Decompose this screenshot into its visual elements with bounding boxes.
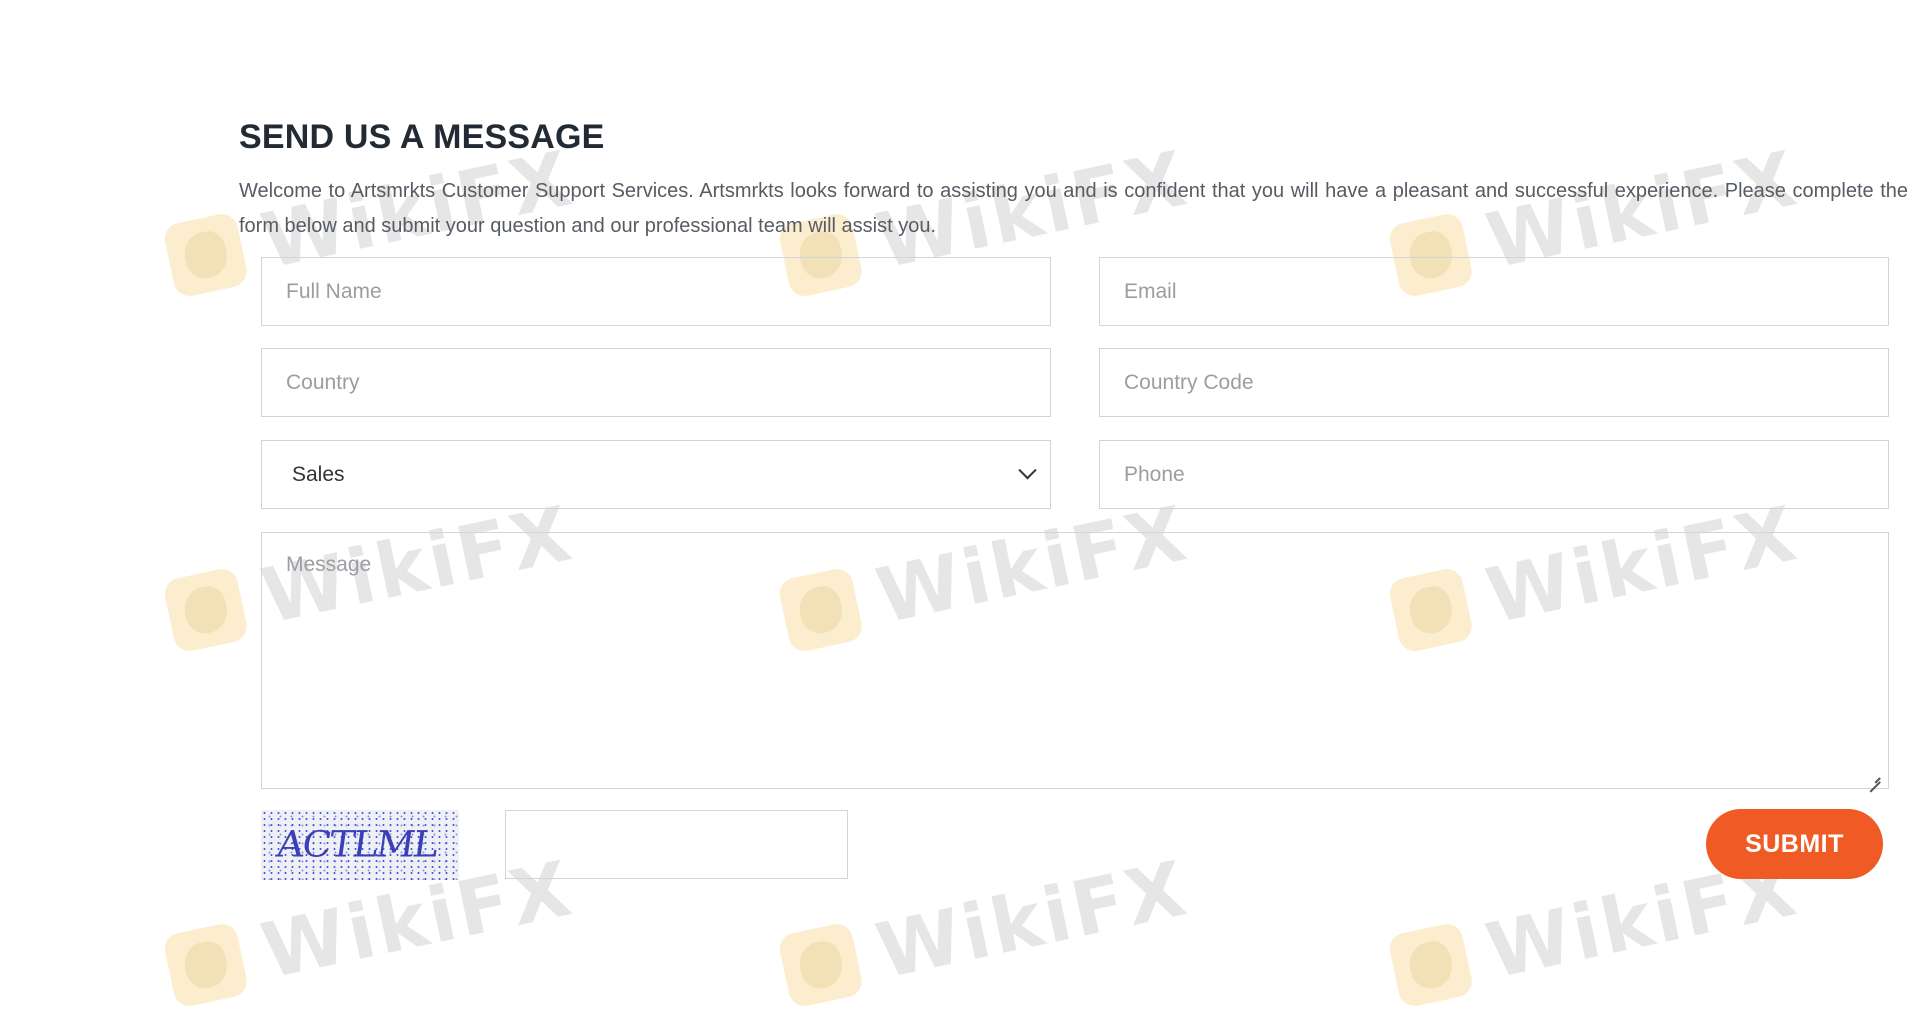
captcha-text: ACTLML <box>274 823 440 865</box>
email-input[interactable] <box>1099 257 1889 326</box>
submit-button[interactable]: SUBMIT <box>1706 809 1883 879</box>
phone-input[interactable] <box>1099 440 1889 509</box>
department-select-value: Sales <box>292 462 345 486</box>
captcha-input[interactable] <box>505 810 848 879</box>
full-name-input[interactable] <box>261 257 1051 326</box>
captcha-image: ACTLML <box>261 810 459 880</box>
form-heading: SEND US A MESSAGE <box>239 118 605 156</box>
country-code-input[interactable] <box>1099 348 1889 417</box>
wikifx-logo-icon <box>161 565 250 654</box>
textarea-resize-handle[interactable] <box>1866 768 1880 782</box>
chevron-down-icon <box>1018 461 1037 480</box>
form-intro-text: Welcome to Artsmrkts Customer Support Se… <box>239 180 1908 237</box>
country-input[interactable] <box>261 348 1051 417</box>
wikifx-logo-icon <box>161 210 250 299</box>
wikifx-logo-icon <box>776 920 865 1009</box>
wikifx-logo-icon <box>161 920 250 1009</box>
watermark-text: WikiFX <box>869 843 1196 996</box>
wikifx-logo-icon <box>1386 920 1475 1009</box>
message-textarea[interactable] <box>261 532 1889 789</box>
department-select[interactable]: Sales <box>261 440 1051 509</box>
contact-page: WikiFX WikiFX WikiFX WikiFX WikiFX WikiF… <box>0 0 1908 1021</box>
